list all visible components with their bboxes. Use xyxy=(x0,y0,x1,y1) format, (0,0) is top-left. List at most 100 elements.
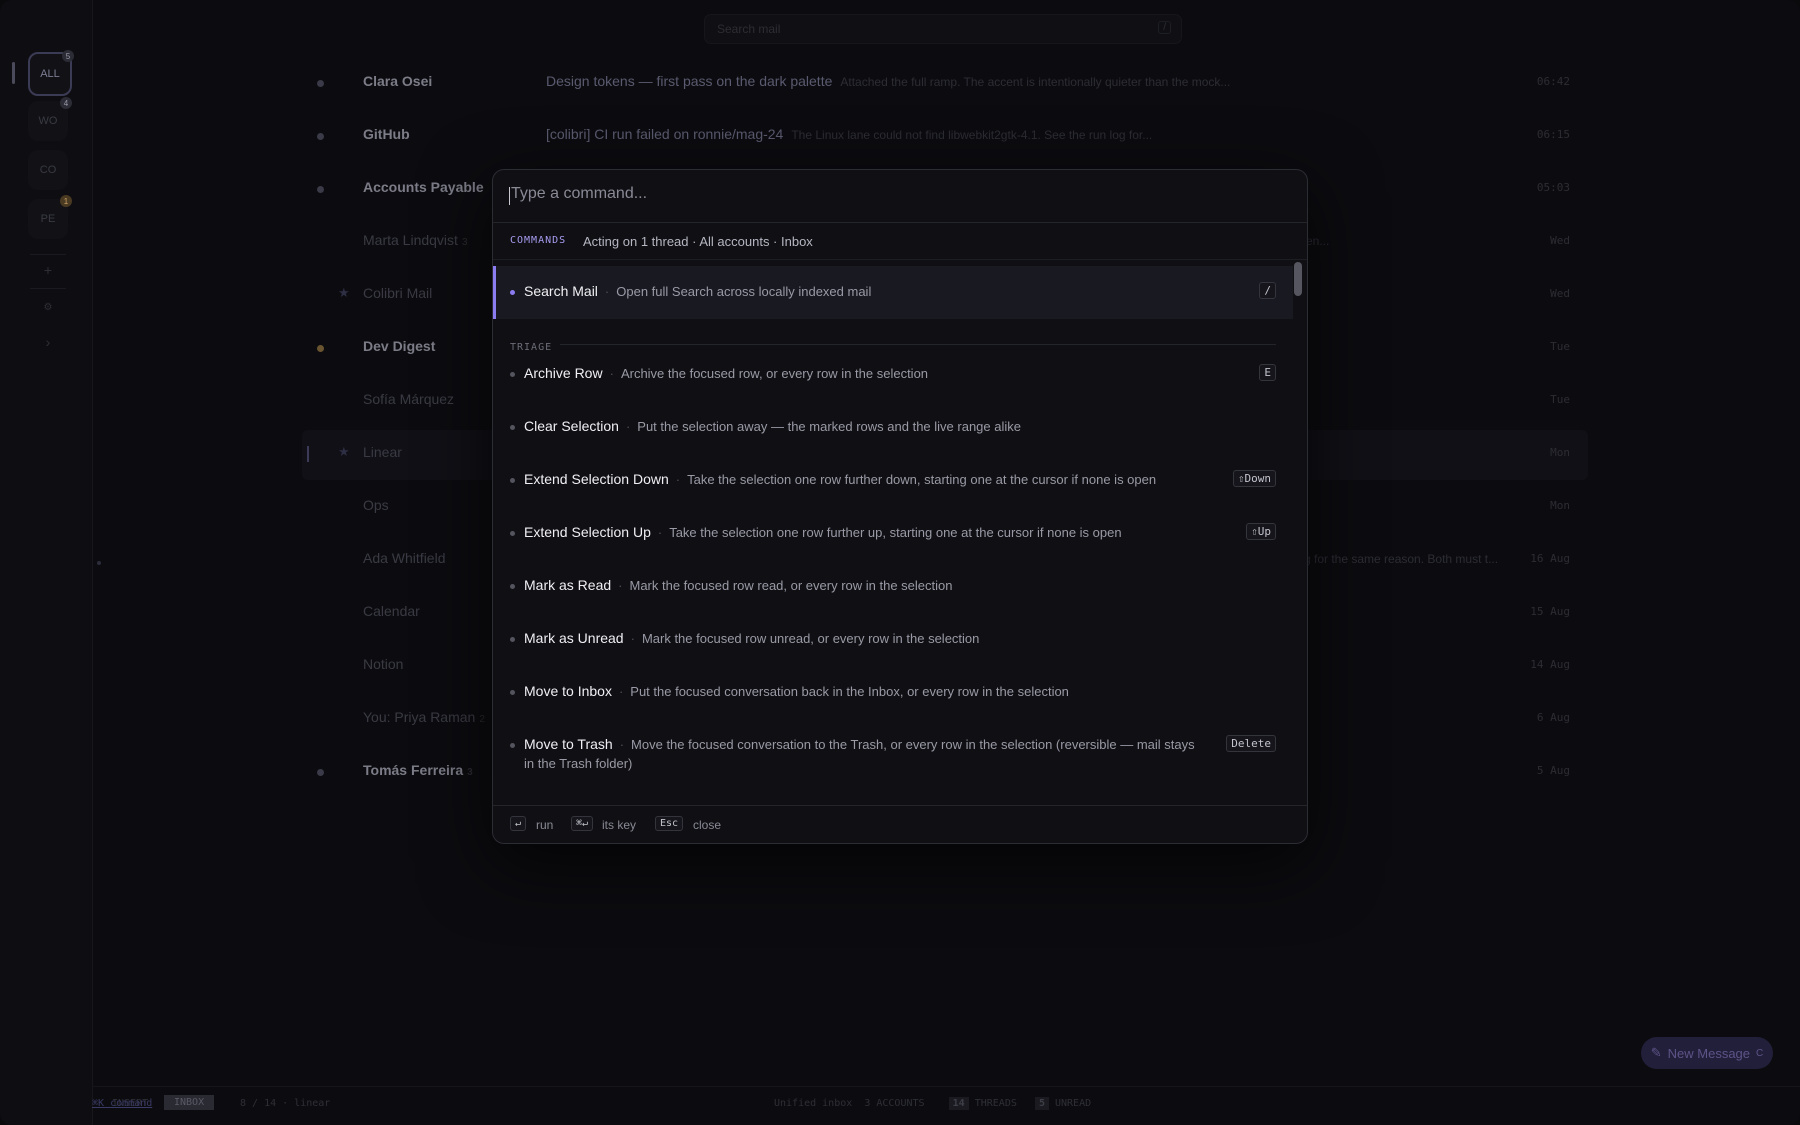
unread-badge: 5 xyxy=(62,50,74,62)
search-bar[interactable]: Search mail / xyxy=(704,14,1182,44)
thread-count: 2 xyxy=(479,714,485,725)
compose-icon: ✎ xyxy=(1650,1045,1662,1060)
rail-divider xyxy=(30,254,66,255)
sender-text: Tomás Ferreira xyxy=(363,762,464,778)
unread-label: UNREAD xyxy=(1055,1098,1092,1109)
command-input[interactable] xyxy=(509,184,1273,204)
scrollbar-thumb[interactable] xyxy=(1294,262,1302,296)
command-text: Search Mail · Open full Search across loca… xyxy=(524,283,872,299)
thread-preview: Attached the full ramp. The accent is in… xyxy=(840,75,1231,89)
thread-sender: Accounts Payable xyxy=(363,179,484,195)
command-mark-as-read[interactable]: Mark as Read · Mark the focused row read, … xyxy=(493,560,1293,613)
command-move-to-trash[interactable]: Move to Trash · Move the focused conversat… xyxy=(493,719,1293,799)
command-desc: Take the selection one row further up, s… xyxy=(669,525,1122,540)
command-name: Archive Row xyxy=(524,365,603,381)
new-message-label: New Message xyxy=(1667,1045,1751,1061)
command-search-mail[interactable]: Search Mail · Open full Search across loca… xyxy=(493,266,1293,319)
account-personal[interactable]: PE 1 xyxy=(28,195,72,239)
command-bullet xyxy=(510,425,515,430)
unread-dot xyxy=(317,133,324,140)
threads-label: THREADS xyxy=(974,1098,1017,1109)
close-label: close xyxy=(693,818,722,832)
command-bullet xyxy=(510,743,515,748)
its-key-label: its key xyxy=(602,818,637,832)
command-desc: Put the focused conversation back in the… xyxy=(630,684,1069,699)
star-icon[interactable]: ★ xyxy=(338,444,350,460)
thread-sender: Ada Whitfield xyxy=(363,550,446,566)
thread-preview: The Linux lane could not find libwebkit2… xyxy=(791,128,1153,142)
thread-date: Tue xyxy=(1550,393,1570,406)
command-palette: COMMANDS Acting on 1 thread · All accoun… xyxy=(492,169,1308,844)
thread-date: 05:03 xyxy=(1536,181,1570,194)
command-desc: Open full Search across locally indexed … xyxy=(616,284,872,299)
account-co[interactable]: CO xyxy=(28,150,68,190)
command-name: Mark as Read xyxy=(524,577,612,593)
command-clear-selection[interactable]: Clear Selection · Put the selection away —… xyxy=(493,401,1293,454)
command-shortcut: ⇧Up xyxy=(1246,523,1276,540)
search-shortcut: / xyxy=(1158,21,1171,34)
command-context: COMMANDS Acting on 1 thread · All accoun… xyxy=(493,222,1307,260)
add-account-icon[interactable]: + xyxy=(40,262,56,278)
command-desc: Archive the focused row, or every row in… xyxy=(620,366,929,381)
sender-text: Marta Lindqvist xyxy=(363,232,458,248)
subject-text: Design tokens — first pass on the dark p… xyxy=(546,73,833,89)
thread-row[interactable]: Clara Osei Design tokens — first pass on… xyxy=(302,59,1588,109)
thread-date: 16 Aug xyxy=(1530,552,1570,565)
command-bullet xyxy=(510,690,515,695)
active-account-marker xyxy=(12,62,15,84)
thread-date: Wed xyxy=(1550,287,1570,300)
command-label: command xyxy=(110,1098,153,1109)
command-archive-row[interactable]: Archive Row · Archive the focused row, or … xyxy=(493,348,1293,401)
command-text: Extend Selection Up · Take the selection o… xyxy=(524,524,1122,540)
thread-preview: g for the same reason. Both must t... xyxy=(1304,552,1499,566)
command-text: Move to Trash · Move the focused conversat… xyxy=(524,736,1195,771)
command-bullet xyxy=(510,290,515,295)
command-mark-as-unread[interactable]: Mark as Unread · Mark the focused row unre… xyxy=(493,613,1293,666)
unread-badge: 1 xyxy=(60,195,72,207)
command-shortcut: E xyxy=(1259,364,1276,381)
new-message-shortcut: C xyxy=(1756,1047,1764,1059)
command-name: Search Mail xyxy=(524,283,598,299)
command-name: Clear Selection xyxy=(524,418,619,434)
run-key: ↵ xyxy=(510,816,527,831)
unread-dot xyxy=(317,186,324,193)
command-text: Extend Selection Down · Take the selection… xyxy=(524,471,1157,487)
account-label: ALL xyxy=(40,68,60,80)
command-list-scrollbar[interactable] xyxy=(1294,262,1302,790)
focus-marker xyxy=(307,446,309,462)
account-work[interactable]: WO 4 xyxy=(28,97,72,141)
command-desc: Move the focused conversation to the Tra… xyxy=(524,737,1195,771)
command-link[interactable]: ⌘K command xyxy=(92,1098,892,1109)
settings-icon[interactable]: ⚙ xyxy=(40,302,56,313)
command-extend-selection-up[interactable]: Extend Selection Up · Take the selection o… xyxy=(493,507,1293,560)
thread-row[interactable]: GitHub [colibri] CI run failed on ronnie… xyxy=(302,112,1588,162)
account-all[interactable]: ALL 5 xyxy=(28,50,74,96)
star-icon[interactable]: ★ xyxy=(338,285,350,301)
close-key: Esc xyxy=(655,816,684,831)
command-move-to-inbox[interactable]: Move to Inbox · Put the focused conversati… xyxy=(493,666,1293,719)
command-text: Archive Row · Archive the focused row, or … xyxy=(524,365,929,381)
thread-sender: Marta Lindqvist 3 xyxy=(363,232,468,248)
command-desc: Put the selection away — the marked rows… xyxy=(637,419,1021,434)
unread-count: 5 xyxy=(1034,1097,1049,1110)
thread-date: Tue xyxy=(1550,340,1570,353)
thread-date: 06:42 xyxy=(1536,75,1570,88)
command-list: Search Mail · Open full Search across loca… xyxy=(493,266,1293,843)
commands-label: COMMANDS xyxy=(510,235,567,246)
thread-date: 14 Aug xyxy=(1530,658,1570,671)
thread-date: Wed xyxy=(1550,234,1570,247)
thread-sender: Calendar xyxy=(363,603,420,619)
unread-dot xyxy=(317,345,324,352)
new-message-button[interactable]: ✎ New Message C xyxy=(1641,1037,1773,1069)
account-rail: ALL 5 WO 4 CO PE 1 + ⚙ › xyxy=(0,0,93,1125)
command-extend-selection-down[interactable]: Extend Selection Down · Take the selection… xyxy=(493,454,1293,507)
command-name: Extend Selection Up xyxy=(524,524,651,540)
command-shortcut: ⌘K xyxy=(92,1098,105,1109)
expand-rail-icon[interactable]: › xyxy=(40,334,56,350)
thread-sender: Dev Digest xyxy=(363,338,436,354)
thread-sender: Clara Osei xyxy=(363,73,433,89)
thread-sender: Ops xyxy=(363,497,389,513)
thread-preview: en... xyxy=(1306,234,1330,248)
thread-sender: GitHub xyxy=(363,126,410,142)
command-bullet xyxy=(510,531,515,536)
